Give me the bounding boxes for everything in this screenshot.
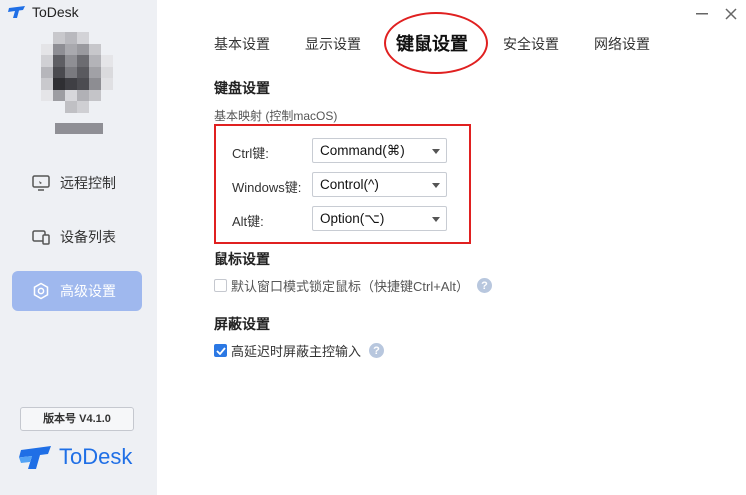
sidebar-item-label: 高级设置 — [60, 283, 116, 299]
lock-mouse-label: 默认窗口模式锁定鼠标（快捷键Ctrl+Alt） — [231, 279, 469, 294]
select-value: Control(^) — [320, 177, 379, 192]
chevron-down-icon — [432, 149, 440, 154]
sidebar-item-advanced-settings[interactable]: 高级设置 — [12, 271, 142, 311]
app-title: ToDesk — [8, 4, 79, 20]
mapping-label: Ctrl键: — [232, 146, 269, 161]
tab-basic-settings[interactable]: 基本设置 — [214, 34, 270, 54]
devices-icon — [31, 227, 51, 247]
tab-display-settings[interactable]: 显示设置 — [305, 34, 361, 54]
mapping-label: Windows键: — [232, 180, 302, 195]
shield-settings-title: 屏蔽设置 — [214, 316, 270, 332]
lock-mouse-checkbox[interactable] — [214, 279, 227, 292]
todesk-logo-icon — [19, 446, 51, 469]
sidebar: ToDesk 远程控制 设备列表 高级设置 版本号 V4.1.0 ToDesk — [0, 0, 157, 495]
close-icon[interactable] — [721, 4, 741, 24]
block-input-label: 高延迟时屏蔽主控输入 — [231, 344, 362, 359]
sidebar-item-label: 远程控制 — [60, 175, 116, 191]
checkmark-icon — [215, 346, 226, 355]
windows-key-select[interactable]: Control(^) — [312, 172, 447, 197]
username-redacted — [55, 123, 103, 134]
mouse-settings-title: 鼠标设置 — [214, 251, 270, 267]
lock-mouse-option: 默认窗口模式锁定鼠标（快捷键Ctrl+Alt） ? — [214, 276, 492, 295]
mapping-row-ctrl: Ctrl键: — [232, 143, 312, 162]
tab-security-settings[interactable]: 安全设置 — [503, 34, 559, 54]
sidebar-item-remote-control[interactable]: 远程控制 — [12, 163, 142, 203]
sidebar-item-label: 设备列表 — [60, 229, 116, 245]
chevron-down-icon — [432, 183, 440, 188]
mapping-row-alt: Alt键: — [232, 211, 312, 230]
minimize-icon[interactable] — [692, 4, 712, 24]
annotation-circle — [384, 12, 488, 74]
hexagon-settings-icon — [31, 281, 51, 301]
alt-key-select[interactable]: Option(⌥) — [312, 206, 447, 231]
settings-tabs: 基本设置 显示设置 键鼠设置 安全设置 网络设置 — [0, 34, 746, 58]
todesk-logo-icon — [8, 6, 25, 18]
ctrl-key-select[interactable]: Command(⌘) — [312, 138, 447, 163]
brand-name: ToDesk — [59, 444, 133, 469]
monitor-icon — [31, 173, 51, 193]
tab-network-settings[interactable]: 网络设置 — [594, 34, 650, 54]
brand-logo: ToDesk — [19, 444, 132, 470]
select-value: Option(⌥) — [320, 210, 385, 226]
chevron-down-icon — [432, 217, 440, 222]
basic-mapping-subtitle: 基本映射 (控制macOS) — [214, 109, 338, 123]
keyboard-settings-title: 键盘设置 — [214, 80, 270, 96]
block-input-checkbox[interactable] — [214, 344, 227, 357]
sidebar-item-device-list[interactable]: 设备列表 — [12, 217, 142, 257]
mapping-label: Alt键: — [232, 214, 264, 229]
version-badge: 版本号 V4.1.0 — [20, 407, 134, 431]
select-value: Command(⌘) — [320, 142, 405, 158]
mapping-row-windows: Windows键: — [232, 177, 312, 196]
help-icon[interactable]: ? — [476, 278, 492, 293]
block-input-option: 高延迟时屏蔽主控输入 ? — [214, 341, 385, 360]
app-title-text: ToDesk — [32, 4, 79, 20]
help-icon[interactable]: ? — [369, 343, 385, 358]
